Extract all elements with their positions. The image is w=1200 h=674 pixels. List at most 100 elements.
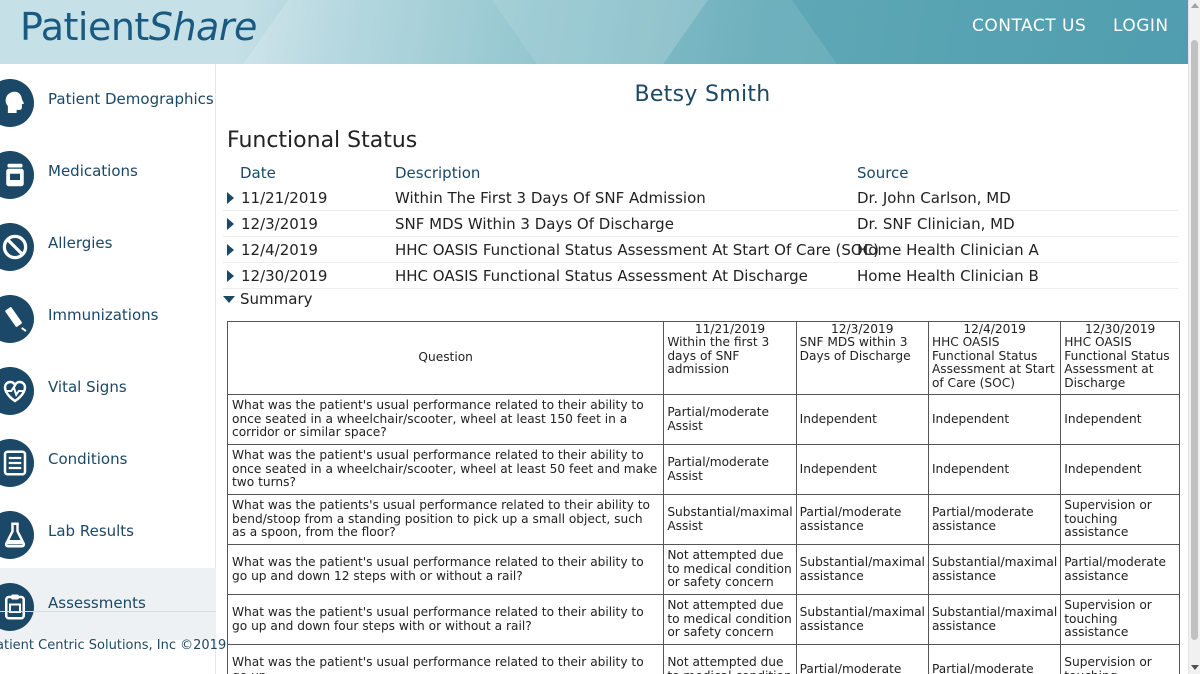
table-row: What was the patients's usual performanc… xyxy=(226,494,1180,545)
answer-cell: Partial/moderate Assist xyxy=(663,444,797,495)
date-column-header: 12/4/2019 HHC OASIS Functional Status Ass… xyxy=(927,321,1062,395)
prohibited-icon xyxy=(0,223,34,271)
sidebar-item-vital-signs[interactable]: Vital Signs xyxy=(0,352,216,424)
column-header-source[interactable]: Source xyxy=(857,164,909,182)
answer-cell: Supervision or touching xyxy=(1060,644,1180,674)
table-row: What was the patient's usual performance… xyxy=(226,544,1180,595)
answer-cell: Partial/moderate xyxy=(795,644,929,674)
sidebar-item-allergies[interactable]: Allergies xyxy=(0,208,216,280)
question-cell: What was the patient's usual performance… xyxy=(226,644,665,674)
table-row: What was the patient's usual performance… xyxy=(226,444,1180,495)
row-description: HHC OASIS Functional Status Assessment A… xyxy=(395,241,879,259)
assessment-row[interactable]: 12/3/2019 SNF MDS Within 3 Days Of Disch… xyxy=(223,211,1178,237)
collapse-caret-icon[interactable] xyxy=(223,296,235,303)
assessment-row[interactable]: 12/4/2019 HHC OASIS Functional Status As… xyxy=(223,237,1178,263)
answer-cell: Substantial/maximal assistance xyxy=(927,594,1062,645)
logo-text-patient: Patient xyxy=(20,5,149,49)
date-column-header: 12/3/2019 SNF MDS within 3 Days of Discha… xyxy=(795,321,929,395)
login-link[interactable]: LOGIN xyxy=(1113,16,1169,36)
expand-caret-icon[interactable] xyxy=(227,270,234,282)
main-content: Betsy Smith Functional Status Date Descr… xyxy=(217,64,1188,674)
answer-cell: Supervision or touching assistance xyxy=(1060,594,1180,645)
sidebar-item-immunizations[interactable]: Immunizations xyxy=(0,280,216,352)
assessment-row[interactable]: 12/30/2019 HHC OASIS Functional Status A… xyxy=(223,263,1178,289)
sidebar-item-lab-results[interactable]: Lab Results xyxy=(0,496,216,568)
sidebar-item-medications[interactable]: Medications xyxy=(0,136,216,208)
answer-cell: Substantial/maximal assistance xyxy=(795,544,929,595)
header-date: 12/4/2019 xyxy=(963,322,1026,336)
sidebar-item-assessments[interactable]: Assessments xyxy=(0,568,216,640)
expand-caret-icon[interactable] xyxy=(227,192,234,204)
sidebar-item-conditions[interactable]: Conditions xyxy=(0,424,216,496)
sidebar-item-label: Lab Results xyxy=(48,522,135,540)
scroll-up-arrow[interactable] xyxy=(1191,3,1199,8)
patientshare-logo[interactable]: PatientShare xyxy=(20,5,257,49)
assessment-row[interactable]: 11/21/2019 Within The First 3 Days Of SN… xyxy=(223,185,1178,211)
header-date: 12/30/2019 xyxy=(1085,322,1156,336)
answer-cell: Substantial/maximal assistance xyxy=(795,594,929,645)
flask-icon xyxy=(0,511,34,559)
answer-cell: Not attempted due to medical condition o… xyxy=(663,594,797,645)
logo-text-share: Share xyxy=(148,5,258,49)
answer-cell: Independent xyxy=(927,394,1062,445)
sidebar-item-label: Assessments xyxy=(48,594,146,612)
sidebar-item-label: Conditions xyxy=(48,450,128,468)
row-source: Dr. John Carlson, MD xyxy=(857,189,1011,207)
answer-cell: Substantial/maximal assistance xyxy=(927,544,1062,595)
question-cell: What was the patients's usual performanc… xyxy=(226,494,665,545)
row-source: Home Health Clinician A xyxy=(857,241,1039,259)
row-date: 12/4/2019 xyxy=(241,241,318,259)
summary-label: Summary xyxy=(240,290,313,308)
sidebar-item-patient-demographics[interactable]: Patient Demographics xyxy=(0,64,216,136)
row-date: 11/21/2019 xyxy=(241,189,328,207)
answer-cell: Partial/moderate xyxy=(927,644,1062,674)
row-description: SNF MDS Within 3 Days Of Discharge xyxy=(395,215,674,233)
copyright-text: atient Centric Solutions, Inc ©2019 xyxy=(0,638,227,653)
row-description: Within The First 3 Days Of SNF Admission xyxy=(395,189,706,207)
header-desc: SNF MDS within 3 Days of Discharge xyxy=(799,335,911,363)
column-header-date[interactable]: Date xyxy=(240,164,276,182)
header-desc: HHC OASIS Functional Status Assessment a… xyxy=(1064,335,1170,390)
answer-cell: Partial/moderate assistance xyxy=(927,494,1062,545)
row-source: Dr. SNF Clinician, MD xyxy=(857,215,1015,233)
expand-caret-icon[interactable] xyxy=(227,244,234,256)
answer-cell: Independent xyxy=(795,394,929,445)
table-row: What was the patient's usual performance… xyxy=(226,394,1180,445)
header-desc: Within the first 3 days of SNF admission xyxy=(667,335,770,377)
table-row: What was the patient's usual performance… xyxy=(226,594,1180,645)
row-source: Home Health Clinician B xyxy=(857,267,1039,285)
header-desc: HHC OASIS Functional Status Assessment a… xyxy=(931,335,1055,390)
scroll-down-arrow[interactable] xyxy=(1191,665,1199,670)
question-cell: What was the patient's usual performance… xyxy=(226,544,665,595)
date-column-header: 12/30/2019 HHC OASIS Functional Status As… xyxy=(1060,321,1180,395)
header-date: 12/3/2019 xyxy=(831,322,894,336)
sidebar-item-label: Vital Signs xyxy=(48,378,127,396)
answer-cell: Substantial/maximal Assist xyxy=(663,494,797,545)
summary-table: Question 11/21/2019 Within the first 3 da… xyxy=(226,321,1180,674)
contact-us-link[interactable]: CONTACT US xyxy=(972,16,1086,36)
answer-cell: Partial/moderate assistance xyxy=(1060,544,1180,595)
list-icon xyxy=(0,439,34,487)
summary-toggle[interactable]: Summary xyxy=(223,290,423,312)
question-cell: What was the patient's usual performance… xyxy=(226,594,665,645)
row-date: 12/3/2019 xyxy=(241,215,318,233)
question-cell: What was the patient's usual performance… xyxy=(226,394,665,445)
scrollbar-thumb[interactable] xyxy=(1191,40,1198,640)
answer-cell: Independent xyxy=(1060,444,1180,495)
column-header-description[interactable]: Description xyxy=(395,164,480,182)
clipboard-icon xyxy=(0,583,34,631)
patient-name: Betsy Smith xyxy=(634,82,771,107)
answer-cell: Not attempted due to medical condition o… xyxy=(663,544,797,595)
header-date: 11/21/2019 xyxy=(694,322,766,336)
date-column-header: 11/21/2019 Within the first 3 days of SNF… xyxy=(663,321,797,395)
sidebar-divider xyxy=(0,611,216,612)
pill-bottle-icon xyxy=(0,151,34,199)
expand-caret-icon[interactable] xyxy=(227,218,234,230)
sidebar-item-label: Patient Demographics xyxy=(48,90,214,108)
table-row: What was the patient's usual performance… xyxy=(226,644,1180,674)
page-scrollbar[interactable] xyxy=(1188,0,1200,674)
summary-header-row: Question 11/21/2019 Within the first 3 da… xyxy=(226,321,1180,395)
answer-cell: Supervision or touching assistance xyxy=(1060,494,1180,545)
row-description: HHC OASIS Functional Status Assessment A… xyxy=(395,267,808,285)
answer-cell: Independent xyxy=(927,444,1062,495)
